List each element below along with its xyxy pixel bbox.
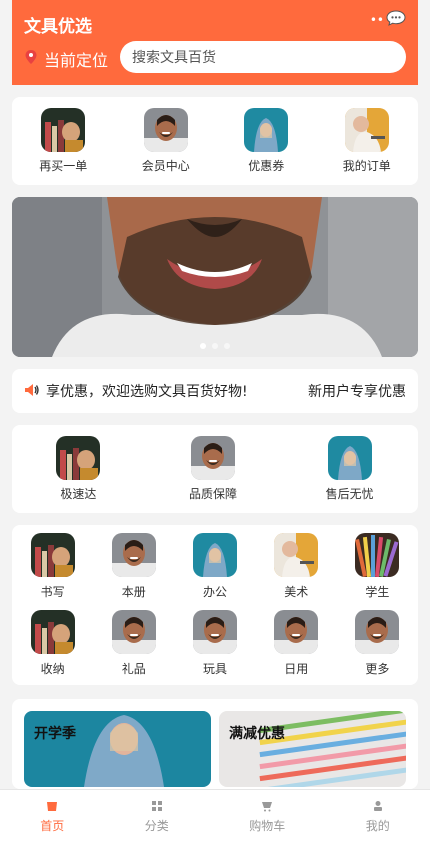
category-label: 日用 xyxy=(284,662,309,676)
guarantee-quality[interactable]: 品质保障 xyxy=(189,436,237,502)
banner-dot[interactable] xyxy=(212,343,218,349)
category-icon xyxy=(151,801,162,811)
quick-label: 我的订单 xyxy=(342,159,391,173)
tab-label: 首页 xyxy=(40,819,65,833)
guarantee-label: 品质保障 xyxy=(188,487,237,501)
header-actions: •• xyxy=(370,10,406,30)
guarantee-fast-delivery[interactable]: 极速达 xyxy=(56,436,100,502)
promo-cards: 开学季 满减优惠 xyxy=(12,699,418,789)
member-icon xyxy=(144,108,188,152)
notice-bar[interactable]: 享优惠，欢迎选购文具百货好物! 新用户专享优惠 xyxy=(12,369,418,413)
tab-label: 分类 xyxy=(144,819,169,833)
quick-member-center[interactable]: 会员中心 xyxy=(142,108,190,174)
category-notebooks[interactable]: 本册 xyxy=(93,533,174,600)
cart-icon xyxy=(262,802,273,812)
category-art[interactable]: 美术 xyxy=(256,533,337,600)
new-user-offer-link[interactable]: 新用户专享优惠 xyxy=(308,381,406,401)
fast-delivery-icon xyxy=(56,436,100,480)
home-icon xyxy=(47,802,58,811)
category-label: 更多 xyxy=(365,662,390,676)
tab-label: 购物车 xyxy=(249,819,286,833)
promo-banner[interactable] xyxy=(12,197,418,357)
guarantee-label: 售后无忧 xyxy=(325,487,374,501)
reorder-icon xyxy=(41,108,85,152)
search-placeholder: 搜索文具百货 xyxy=(132,50,216,66)
category-student[interactable]: 学生 xyxy=(337,533,418,600)
quick-actions: 再买一单 会员中心 优惠券 我的订单 xyxy=(12,97,418,185)
banner-dot[interactable] xyxy=(224,343,230,349)
quick-label: 再买一单 xyxy=(39,159,88,173)
quick-reorder[interactable]: 再买一单 xyxy=(39,108,87,174)
quick-coupons[interactable]: 优惠券 xyxy=(244,108,288,174)
after-sales-icon xyxy=(328,436,372,480)
quick-my-orders[interactable]: 我的订单 xyxy=(343,108,391,174)
category-label: 礼品 xyxy=(121,662,146,676)
header: 文具优选 •• 当前定位 搜索文具百货 xyxy=(12,0,418,85)
quick-label: 优惠券 xyxy=(248,159,285,173)
category-more[interactable]: 更多 xyxy=(337,610,418,677)
tab-category[interactable]: 分类 xyxy=(145,800,169,834)
category-daily[interactable]: 日用 xyxy=(256,610,337,677)
tab-label: 我的 xyxy=(365,819,390,833)
daily-icon xyxy=(274,610,318,654)
banner-dot[interactable] xyxy=(200,343,206,349)
location-label: 当前定位 xyxy=(44,51,109,70)
category-label: 办公 xyxy=(202,585,227,599)
notice-text: 享优惠，欢迎选购文具百货好物! xyxy=(46,384,248,400)
storage-icon xyxy=(31,610,75,654)
promo-title: 开学季 xyxy=(34,726,76,742)
category-label: 收纳 xyxy=(40,662,65,676)
category-label: 学生 xyxy=(365,585,390,599)
category-grid: 书写 本册 办公 美术 学生 收纳 礼品 玩具 日用 更多 xyxy=(12,525,418,685)
chat-icon[interactable] xyxy=(386,10,406,30)
bottom-tab-bar: 首页 分类 购物车 我的 xyxy=(0,789,430,844)
promo-title: 满减优惠 xyxy=(229,726,285,742)
student-icon xyxy=(355,533,399,577)
banner-image xyxy=(12,197,418,357)
coupon-icon xyxy=(244,108,288,152)
category-storage[interactable]: 收纳 xyxy=(12,610,93,677)
gift-icon xyxy=(112,610,156,654)
category-writing[interactable]: 书写 xyxy=(12,533,93,600)
search-input[interactable]: 搜索文具百货 xyxy=(120,41,406,73)
category-office[interactable]: 办公 xyxy=(174,533,255,600)
guarantee-label: 极速达 xyxy=(60,487,97,501)
app-title: 文具优选 xyxy=(24,17,92,37)
category-label: 本册 xyxy=(121,585,146,599)
more-icon xyxy=(355,610,399,654)
category-label: 美术 xyxy=(284,585,309,599)
tab-cart[interactable]: 购物车 xyxy=(249,800,285,834)
category-gifts[interactable]: 礼品 xyxy=(93,610,174,677)
quick-label: 会员中心 xyxy=(141,159,190,173)
banner-pagination xyxy=(12,343,418,349)
writing-icon xyxy=(31,533,75,577)
category-label: 玩具 xyxy=(202,662,227,676)
category-label: 书写 xyxy=(40,585,65,599)
speaker-icon xyxy=(24,382,40,401)
office-icon xyxy=(193,533,237,577)
location-selector[interactable]: 当前定位 xyxy=(24,47,108,71)
service-guarantees: 极速达 品质保障 售后无忧 xyxy=(12,425,418,513)
guarantee-after-sales[interactable]: 售后无忧 xyxy=(326,436,374,502)
category-toys[interactable]: 玩具 xyxy=(174,610,255,677)
art-icon xyxy=(274,533,318,577)
more-dots-icon[interactable]: •• xyxy=(370,14,384,26)
tab-profile[interactable]: 我的 xyxy=(366,800,390,834)
user-icon xyxy=(373,801,382,811)
toy-icon xyxy=(193,610,237,654)
tab-home[interactable]: 首页 xyxy=(40,800,64,834)
quality-icon xyxy=(191,436,235,480)
promo-back-to-school[interactable]: 开学季 xyxy=(24,711,211,787)
notebook-icon xyxy=(112,533,156,577)
promo-discount[interactable]: 满减优惠 xyxy=(219,711,406,787)
pin-icon xyxy=(24,49,38,69)
orders-icon xyxy=(345,108,389,152)
